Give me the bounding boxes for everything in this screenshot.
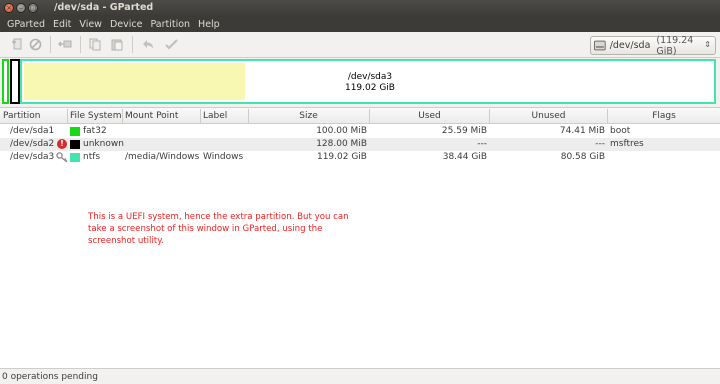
- copy-icon[interactable]: [88, 37, 102, 51]
- note-line: take a screenshot of this window in GPar…: [88, 224, 323, 234]
- menu-partition[interactable]: Partition: [146, 19, 194, 30]
- col-partition[interactable]: Partition: [3, 111, 41, 121]
- col-flags[interactable]: Flags: [610, 111, 718, 121]
- operations-pending-text: 0 operations pending: [2, 372, 98, 382]
- menu-help[interactable]: Help: [194, 19, 224, 30]
- fs-color-swatch: [70, 140, 80, 149]
- menu-gparted[interactable]: GParted: [3, 19, 49, 30]
- partition-unused: ---: [595, 139, 605, 149]
- device-name: /dev/sda: [609, 40, 651, 51]
- menu-device[interactable]: Device: [106, 19, 147, 30]
- hard-disk-icon: [594, 40, 606, 51]
- table-header: Partition File System Mount Point Label …: [0, 108, 720, 124]
- key-icon: [56, 152, 68, 163]
- fs-color-swatch: [70, 127, 80, 136]
- table-row[interactable]: /dev/sda3 ntfs /media/Windows Windows 11…: [0, 151, 720, 164]
- segment-size: 119.02 GiB: [344, 83, 395, 93]
- table-row[interactable]: /dev/sda1 fat32 100.00 MiB 25.59 MiB 74.…: [0, 125, 720, 138]
- menu-bar: GParted Edit View Device Partition Help: [0, 16, 720, 32]
- partition-name: /dev/sda3: [10, 152, 55, 162]
- menu-edit[interactable]: Edit: [49, 19, 75, 30]
- partition-label: Windows: [203, 152, 244, 162]
- note-line: screenshot utility.: [88, 236, 164, 246]
- close-window-button[interactable]: ×: [4, 3, 14, 13]
- apply-icon[interactable]: [164, 37, 178, 51]
- menu-view[interactable]: View: [75, 19, 106, 30]
- disk-segment-sda1[interactable]: [2, 59, 9, 104]
- error-icon: !: [57, 139, 67, 149]
- chevron-updown-icon: ⇕: [704, 40, 711, 49]
- minimize-window-button[interactable]: –: [16, 3, 26, 13]
- partition-size: 128.00 MiB: [316, 139, 367, 149]
- resize-move-icon[interactable]: [58, 37, 72, 51]
- partition-used: 38.44 GiB: [442, 152, 487, 162]
- device-selector[interactable]: /dev/sda (119.24 GiB) ⇕: [590, 35, 716, 57]
- partition-flags: boot: [610, 126, 631, 136]
- partition-size: 100.00 MiB: [316, 126, 367, 136]
- partition-unused: 74.41 MiB: [559, 126, 605, 136]
- fs-color-swatch: [70, 153, 80, 162]
- disk-map: /dev/sda3 119.02 GiB: [2, 59, 716, 104]
- segment-label: /dev/sda3: [347, 72, 393, 82]
- filesystem-name: fat32: [83, 126, 107, 136]
- col-size[interactable]: Size: [251, 111, 366, 121]
- disk-map-area: /dev/sda3 119.02 GiB: [0, 58, 720, 107]
- partition-used: ---: [477, 139, 487, 149]
- partition-name: /dev/sda2: [10, 139, 55, 149]
- filesystem-name: unknown: [83, 139, 124, 149]
- col-label[interactable]: Label: [203, 111, 227, 121]
- partition-name: /dev/sda1: [10, 126, 55, 136]
- col-mount-point[interactable]: Mount Point: [125, 111, 178, 121]
- disk-segment-sda3[interactable]: /dev/sda3 119.02 GiB: [20, 59, 716, 104]
- mount-point: /media/Windows: [125, 152, 200, 162]
- partition-unused: 80.58 GiB: [560, 152, 605, 162]
- new-partition-icon[interactable]: [10, 37, 24, 51]
- partition-flags: msftres: [610, 139, 644, 149]
- partition-used: 25.59 MiB: [441, 126, 487, 136]
- maximize-window-button[interactable]: □: [28, 3, 38, 13]
- used-space-fill: [24, 63, 245, 100]
- note-line: This is a UEFI system, hence the extra p…: [88, 212, 349, 222]
- annotation-note: This is a UEFI system, hence the extra p…: [88, 211, 378, 247]
- col-filesystem[interactable]: File System: [70, 111, 121, 121]
- paste-icon[interactable]: [110, 37, 124, 51]
- col-used[interactable]: Used: [372, 111, 487, 121]
- filesystem-name: ntfs: [83, 152, 101, 162]
- partition-table: Partition File System Mount Point Label …: [0, 107, 720, 368]
- delete-icon[interactable]: [28, 37, 42, 51]
- table-row[interactable]: /dev/sda2 ! unknown 128.00 MiB --- --- m…: [0, 138, 720, 151]
- status-bar: 0 operations pending: [0, 368, 720, 384]
- partition-size: 119.02 GiB: [316, 152, 367, 162]
- window-title: /dev/sda - GParted: [54, 2, 154, 13]
- col-unused[interactable]: Unused: [492, 111, 605, 121]
- undo-icon[interactable]: [140, 37, 154, 51]
- disk-segment-sda2[interactable]: [10, 59, 20, 104]
- title-bar: × – □ /dev/sda - GParted: [0, 0, 720, 16]
